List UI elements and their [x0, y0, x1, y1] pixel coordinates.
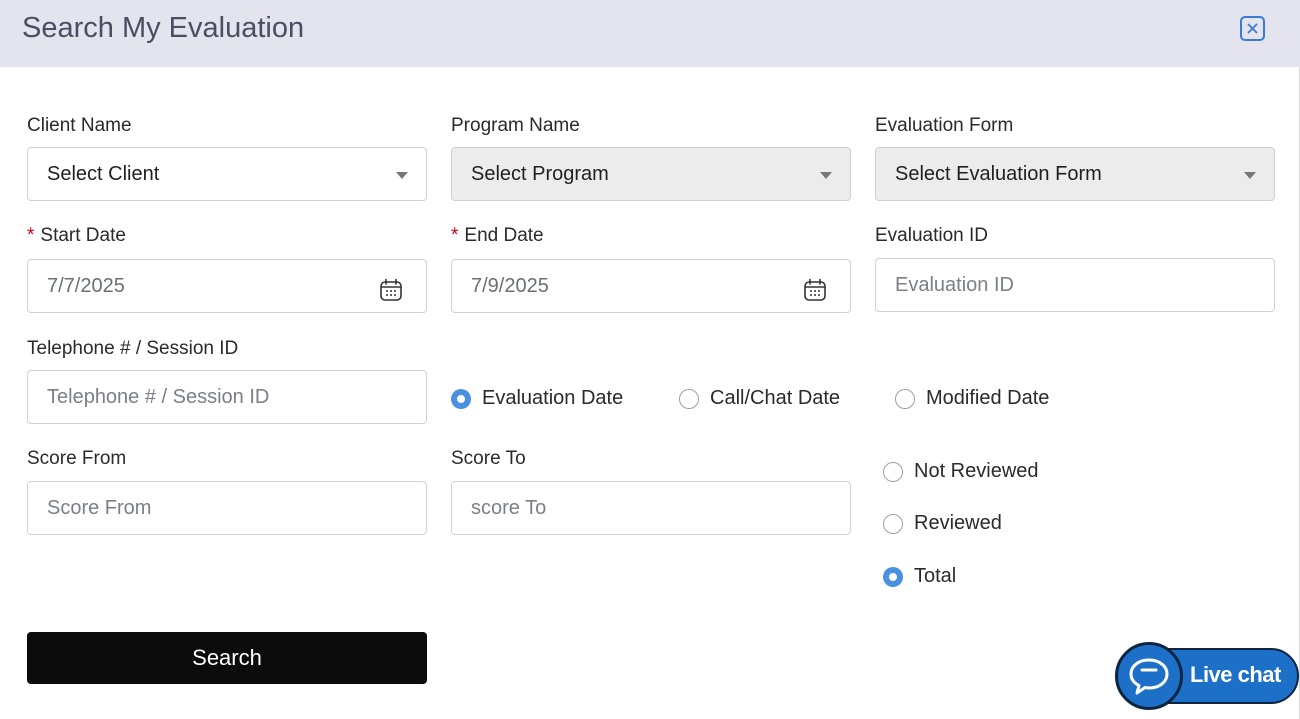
evaluation-id-input[interactable]	[875, 258, 1275, 312]
end-date-input[interactable]: 7/9/2025	[451, 259, 851, 313]
modal-header: Search My Evaluation	[0, 0, 1300, 67]
telephone-label: Telephone # / Session ID	[27, 338, 239, 359]
radio-label: Not Reviewed	[914, 460, 1039, 482]
chat-bubble-icon	[1129, 658, 1169, 695]
caret-down-icon	[1244, 172, 1256, 179]
program-select[interactable]: Select Program	[451, 147, 851, 201]
client-name-label: Client Name	[27, 115, 132, 136]
radio-not-reviewed[interactable]: Not Reviewed	[883, 460, 1039, 483]
radio-indicator[interactable]	[883, 566, 903, 587]
modal-title: Search My Evaluation	[22, 12, 305, 44]
evaluation-form-label: Evaluation Form	[875, 115, 1014, 136]
search-evaluation-modal: Search My Evaluation Client Name Select …	[0, 0, 1300, 719]
program-select-value: Select Program	[471, 163, 609, 185]
radio-label: Modified Date	[926, 387, 1050, 409]
score-to-input[interactable]	[451, 481, 851, 535]
radio-total[interactable]: Total	[883, 565, 956, 588]
evaluation-id-label: Evaluation ID	[875, 225, 989, 246]
evaluation-form-select[interactable]: Select Evaluation Form	[875, 147, 1275, 201]
live-chat-label: Live chat	[1190, 662, 1281, 687]
start-date-label: * Start Date	[27, 225, 126, 247]
required-mark: *	[27, 225, 35, 246]
close-x-icon	[1247, 23, 1258, 34]
caret-down-icon	[396, 172, 408, 179]
score-from-label: Score From	[27, 448, 127, 469]
start-date-label-text: Start Date	[40, 225, 126, 246]
caret-down-icon	[820, 172, 832, 179]
client-select[interactable]: Select Client	[27, 147, 427, 201]
calendar-icon[interactable]	[379, 278, 403, 302]
radio-evaluation-date[interactable]: Evaluation Date	[451, 387, 623, 410]
score-to-label: Score To	[451, 448, 526, 469]
radio-label: Call/Chat Date	[710, 387, 841, 409]
end-date-value: 7/9/2025	[471, 275, 549, 297]
calendar-icon[interactable]	[803, 278, 827, 302]
radio-indicator[interactable]	[679, 388, 699, 409]
radio-label: Reviewed	[914, 512, 1002, 534]
radio-indicator[interactable]	[883, 461, 903, 482]
radio-label: Evaluation Date	[482, 387, 624, 409]
live-chat-widget[interactable]: Live chat	[1115, 642, 1300, 711]
end-date-label: * End Date	[451, 225, 544, 247]
evaluation-form-select-value: Select Evaluation Form	[895, 163, 1102, 185]
score-from-input[interactable]	[27, 481, 427, 535]
radio-reviewed[interactable]: Reviewed	[883, 512, 1002, 535]
radio-indicator[interactable]	[883, 513, 903, 534]
radio-modified-date[interactable]: Modified Date	[895, 387, 1049, 410]
client-select-value: Select Client	[47, 163, 160, 185]
program-name-label: Program Name	[451, 115, 580, 136]
required-mark: *	[451, 225, 459, 246]
close-button[interactable]	[1240, 16, 1265, 41]
start-date-value: 7/7/2025	[47, 275, 125, 297]
radio-label: Total	[914, 565, 957, 587]
radio-indicator[interactable]	[895, 388, 915, 409]
live-chat-circle[interactable]	[1115, 642, 1183, 710]
telephone-session-input[interactable]	[27, 370, 427, 424]
end-date-label-text: End Date	[464, 225, 544, 246]
radio-call-chat-date[interactable]: Call/Chat Date	[679, 387, 840, 410]
radio-indicator[interactable]	[451, 388, 471, 409]
start-date-input[interactable]: 7/7/2025	[27, 259, 427, 313]
search-button[interactable]: Search	[27, 632, 427, 684]
